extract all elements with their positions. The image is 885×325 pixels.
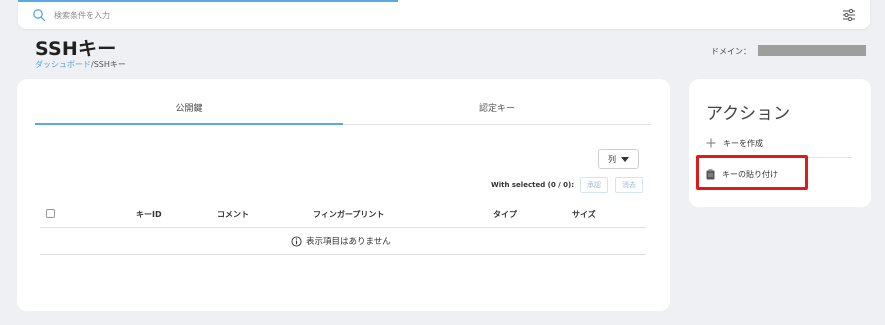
actions-panel: アクション キーを作成 キーの貼り付け xyxy=(689,79,871,207)
filter-settings-icon[interactable] xyxy=(842,8,856,22)
breadcrumb-dashboard-link[interactable]: ダッシュボード xyxy=(35,60,91,69)
search-input[interactable] xyxy=(54,8,754,22)
actions-divider xyxy=(706,157,852,158)
domain-label: ドメイン： xyxy=(711,47,751,56)
column-header-fingerprint[interactable]: フィンガープリント xyxy=(313,209,384,220)
breadcrumb: ダッシュボード/SSHキー xyxy=(35,59,126,70)
keys-panel: 公開鍵 認定キー 列 With selected (0 / 0): 承認 消去 … xyxy=(17,79,670,311)
actions-title: アクション xyxy=(706,104,791,124)
delete-button[interactable]: 消去 xyxy=(615,177,643,193)
search-bar xyxy=(18,0,870,29)
column-header-key-id[interactable]: キーID xyxy=(136,209,162,220)
info-icon xyxy=(291,235,302,247)
table-header-row: キーID コメント フィンガープリント タイプ サイズ xyxy=(40,204,646,228)
search-bar-accent xyxy=(18,0,398,2)
domain-value-redacted xyxy=(758,45,866,56)
column-header-comment[interactable]: コメント xyxy=(217,209,249,220)
paste-key-label: キーの貼り付け xyxy=(722,169,778,179)
columns-button-label: 列 xyxy=(608,154,616,164)
breadcrumb-current: SSHキー xyxy=(93,60,126,69)
clipboard-icon xyxy=(706,168,715,179)
tab-certified-key[interactable]: 認定キー xyxy=(343,99,651,125)
approve-button[interactable]: 承認 xyxy=(580,177,608,193)
with-selected-label: With selected (0 / 0): xyxy=(491,181,575,189)
search-icon[interactable] xyxy=(32,8,46,22)
page-title: SSHキー xyxy=(35,38,117,60)
empty-message: 表示項目はありません xyxy=(306,237,391,247)
column-header-type[interactable]: タイプ xyxy=(493,209,517,220)
tab-public-key[interactable]: 公開鍵 xyxy=(35,99,343,125)
key-tabs: 公開鍵 認定キー xyxy=(35,99,651,125)
create-key-label: キーを作成 xyxy=(723,138,763,148)
paste-key-action[interactable]: キーの貼り付け xyxy=(706,165,778,183)
plus-icon xyxy=(706,138,716,148)
columns-dropdown-button[interactable]: 列 xyxy=(598,149,639,169)
caret-down-icon xyxy=(621,156,629,162)
column-header-size[interactable]: サイズ xyxy=(572,209,596,220)
table-empty-row: 表示項目はありません xyxy=(40,229,646,255)
select-all-checkbox[interactable] xyxy=(46,209,55,218)
create-key-action[interactable]: キーを作成 xyxy=(706,134,763,152)
